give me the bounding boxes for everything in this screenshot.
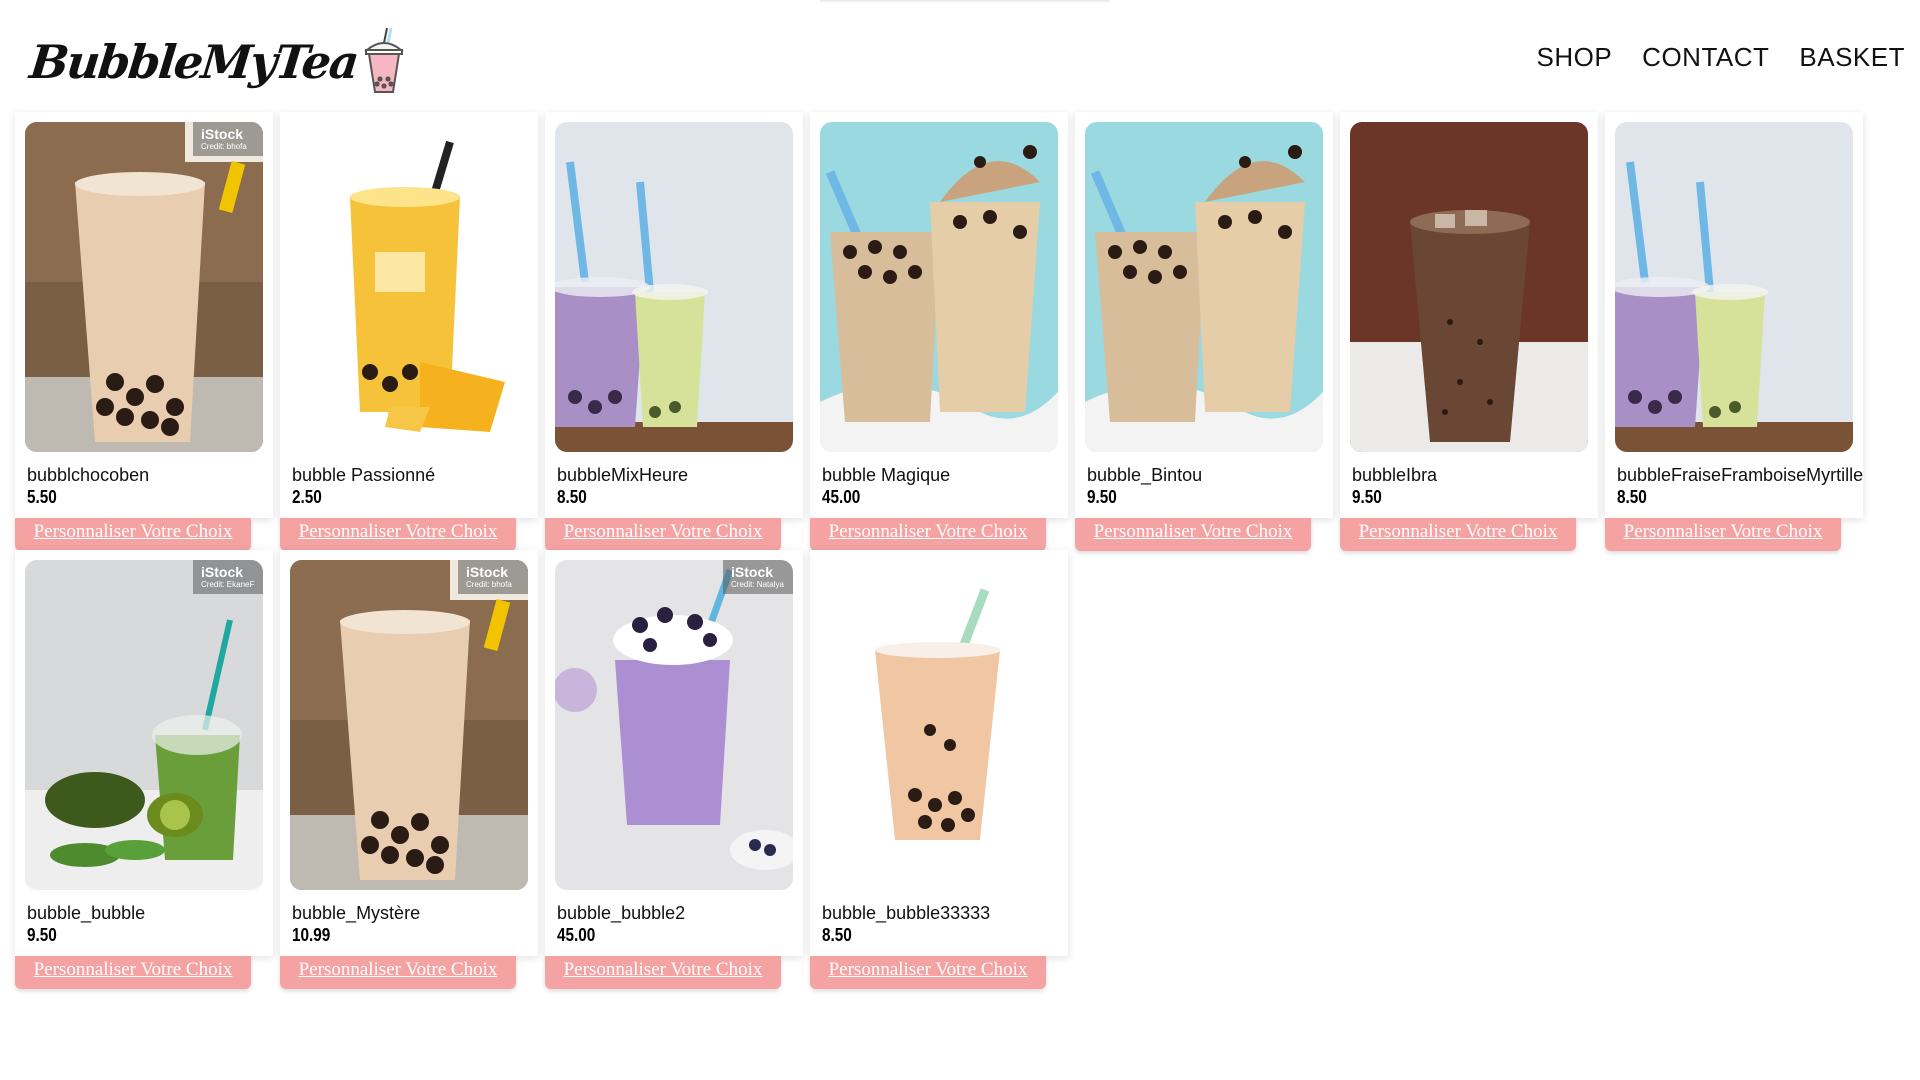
product-price: 9.50 (1352, 487, 1382, 507)
product-card[interactable]: iStock Credit: EkaneF bubble_bubble 9.50 (15, 550, 273, 956)
product-price: 8.50 (557, 487, 587, 507)
product-name: bubblchocoben (27, 465, 150, 485)
product-price: 5.50 (27, 487, 57, 507)
main-nav: SHOP CONTACT BASKET (1506, 42, 1905, 73)
product-card[interactable]: bubble Magique 45.00 (810, 112, 1068, 518)
customize-button[interactable]: Personnaliser Votre Choix (280, 956, 516, 989)
product-price: 45.00 (822, 487, 861, 507)
product-image[interactable] (1085, 122, 1323, 452)
nav-contact-link[interactable]: CONTACT (1642, 42, 1769, 73)
nav-shop-link[interactable]: SHOP (1536, 42, 1612, 73)
customize-button[interactable]: Personnaliser Votre Choix (15, 518, 251, 551)
customize-button[interactable]: Personnaliser Votre Choix (545, 956, 781, 989)
customize-button[interactable]: Personnaliser Votre Choix (810, 518, 1046, 551)
product-card[interactable]: bubbleIbra 9.50 (1340, 112, 1598, 518)
product-price: 10.99 (292, 925, 331, 945)
logo[interactable]: BubbleMyTea (27, 26, 405, 98)
product-name: bubble_bubble (27, 903, 146, 923)
watermark: iStock Credit: EkaneF (193, 560, 263, 594)
watermark: iStock Credit: bhofa (458, 560, 528, 594)
customize-button[interactable]: Personnaliser Votre Choix (1075, 518, 1311, 551)
product-card[interactable]: bubble_Bintou 9.50 (1075, 112, 1333, 518)
product-image[interactable] (290, 122, 528, 452)
product-image[interactable] (555, 122, 793, 452)
customize-button[interactable]: Personnaliser Votre Choix (810, 956, 1046, 989)
product-image[interactable]: iStock Credit: bhofa (25, 122, 263, 452)
product-image[interactable]: iStock Credit: Natalya (555, 560, 793, 890)
logo-text: BubbleMyTea (27, 35, 360, 89)
customize-button[interactable]: Personnaliser Votre Choix (1605, 518, 1841, 551)
product-price: 8.50 (822, 925, 852, 945)
product-name: bubbleIbra (1352, 465, 1438, 485)
product-card[interactable]: bubble_bubble33333 8.50 (810, 550, 1068, 956)
product-name: bubble_Bintou (1087, 465, 1203, 485)
site-header: BubbleMyTea SHOP CONTACT BASKET (0, 0, 1920, 110)
product-price: 8.50 (1617, 487, 1647, 507)
watermark: iStock Credit: bhofa (193, 122, 263, 156)
customize-button[interactable]: Personnaliser Votre Choix (1340, 518, 1576, 551)
watermark: iStock Credit: Natalya (723, 560, 793, 594)
product-name: bubble_bubble33333 (822, 903, 991, 923)
product-image[interactable] (820, 560, 1058, 890)
product-name: bubbleMixHeure (557, 465, 689, 485)
product-image[interactable] (820, 122, 1058, 452)
product-name: bubble_Mystère (292, 903, 421, 923)
customize-button[interactable]: Personnaliser Votre Choix (15, 956, 251, 989)
customize-button[interactable]: Personnaliser Votre Choix (545, 518, 781, 551)
product-card[interactable]: bubble Passionné 2.50 (280, 112, 538, 518)
product-name: bubbleFraiseFramboiseMyrtille (1617, 465, 1864, 485)
product-price: 45.00 (557, 925, 596, 945)
product-name: bubble Passionné (292, 465, 436, 485)
product-card[interactable]: iStock Credit: bhofa bubblchocoben 5.50 (15, 112, 273, 518)
product-image[interactable]: iStock Credit: bhofa (290, 560, 528, 890)
product-card[interactable]: iStock Credit: bhofa bubble_Mystère 10.9… (280, 550, 538, 956)
product-image[interactable] (1350, 122, 1588, 452)
product-card[interactable]: iStock Credit: Natalya bubble_bubble2 45… (545, 550, 803, 956)
nav-basket-link[interactable]: BASKET (1799, 42, 1905, 73)
product-image[interactable] (1615, 122, 1853, 452)
bubble-tea-cup-icon (364, 27, 404, 93)
customize-button[interactable]: Personnaliser Votre Choix (280, 518, 516, 551)
product-name: bubble Magique (822, 465, 951, 485)
product-price: 9.50 (1087, 487, 1117, 507)
product-name: bubble_bubble2 (557, 903, 686, 923)
product-card[interactable]: bubbleFraiseFramboiseMyrtille 8.50 (1605, 112, 1863, 518)
product-price: 2.50 (292, 487, 322, 507)
product-image[interactable]: iStock Credit: EkaneF (25, 560, 263, 890)
product-card[interactable]: bubbleMixHeure 8.50 (545, 112, 803, 518)
product-price: 9.50 (27, 925, 57, 945)
